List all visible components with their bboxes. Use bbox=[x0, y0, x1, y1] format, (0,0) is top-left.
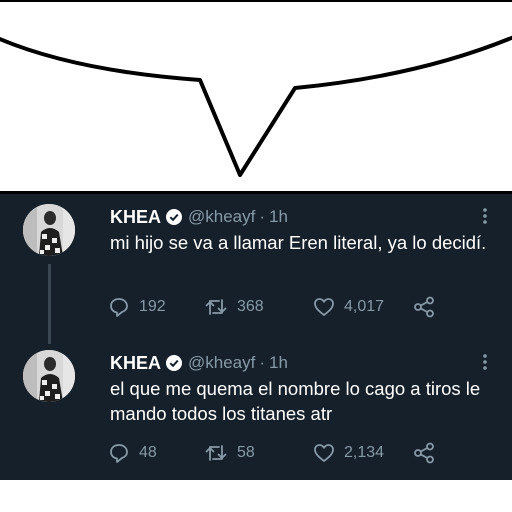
share-button[interactable] bbox=[413, 295, 444, 319]
reply-count: 48 bbox=[139, 444, 157, 461]
heart-icon bbox=[314, 444, 334, 462]
reply-count: 192 bbox=[139, 298, 166, 315]
retweet-button[interactable]: 58 bbox=[204, 441, 255, 465]
retweet-button[interactable]: 368 bbox=[204, 295, 264, 319]
share-icon bbox=[414, 296, 434, 318]
retweet-icon bbox=[205, 299, 227, 315]
more-options-icon[interactable] bbox=[480, 352, 490, 372]
tweet-timestamp[interactable]: 1h bbox=[269, 353, 288, 373]
reply-button[interactable]: 192 bbox=[108, 295, 166, 319]
retweet-count: 58 bbox=[237, 444, 255, 461]
reply-button[interactable]: 48 bbox=[108, 441, 157, 465]
tweet[interactable]: KHEA @kheayf · 1h mi hijo se va a llamar… bbox=[0, 194, 512, 334]
like-count: 4,017 bbox=[344, 298, 385, 315]
heart-icon bbox=[314, 298, 334, 316]
tweet-text: mi hijo se va a llamar Eren literal, ya … bbox=[110, 232, 487, 253]
avatar[interactable] bbox=[23, 350, 75, 402]
verified-badge-icon bbox=[166, 355, 183, 371]
author-handle[interactable]: @kheayf bbox=[188, 207, 255, 227]
tweet-actions: 192 368 4,017 bbox=[108, 295, 448, 319]
speech-bubble bbox=[0, 0, 512, 177]
tweet-text: el que me quema el nombre lo cago a tiro… bbox=[110, 378, 481, 424]
like-count: 2,134 bbox=[344, 444, 385, 461]
tweet-timestamp[interactable]: 1h bbox=[269, 207, 288, 227]
separator-dot: · bbox=[259, 207, 266, 226]
author-handle[interactable]: @kheayf bbox=[188, 353, 255, 373]
verified-badge-icon bbox=[166, 209, 183, 225]
reply-icon bbox=[110, 298, 128, 317]
author-name[interactable]: KHEA bbox=[110, 353, 161, 374]
share-button[interactable] bbox=[413, 441, 444, 465]
more-options-icon[interactable] bbox=[480, 206, 490, 226]
tweet-header: KHEA @kheayf · 1h bbox=[110, 206, 288, 228]
share-icon bbox=[414, 442, 434, 464]
author-name[interactable]: KHEA bbox=[110, 207, 161, 228]
like-button[interactable]: 4,017 bbox=[313, 295, 384, 319]
separator-dot: · bbox=[259, 353, 266, 372]
tweet[interactable]: KHEA @kheayf · 1h el que me quema el nom… bbox=[0, 340, 512, 480]
retweet-icon bbox=[205, 445, 227, 461]
tweet-actions: 48 58 2,134 bbox=[108, 441, 448, 465]
like-button[interactable]: 2,134 bbox=[313, 441, 384, 465]
avatar[interactable] bbox=[23, 204, 75, 256]
retweet-count: 368 bbox=[237, 298, 264, 315]
tweet-thread-panel: KHEA @kheayf · 1h mi hijo se va a llamar… bbox=[0, 191, 512, 480]
tweet-header: KHEA @kheayf · 1h bbox=[110, 352, 288, 374]
reply-icon bbox=[110, 444, 128, 463]
